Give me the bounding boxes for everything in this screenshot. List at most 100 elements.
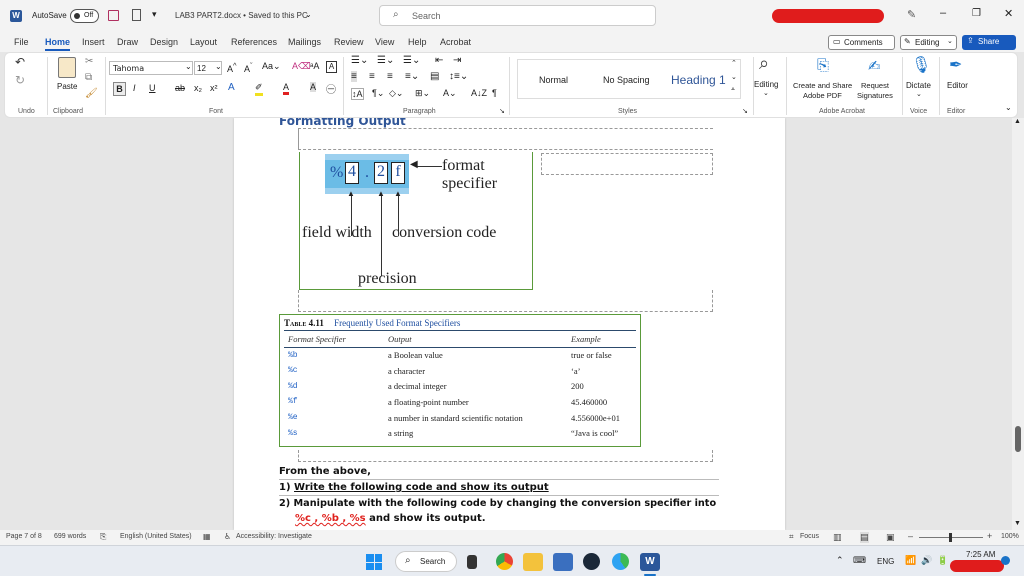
bold-button[interactable]: B	[113, 82, 126, 96]
request-signatures-icon[interactable]: ✍	[868, 57, 881, 75]
tray-chevron-icon[interactable]: ⌃	[836, 555, 844, 566]
taskbar-search[interactable]: ⌕ Search	[395, 551, 457, 572]
cut-icon[interactable]: ✂	[85, 56, 93, 67]
align-center-icon[interactable]: ≡	[369, 71, 375, 82]
style-no-spacing[interactable]: No Spacing	[603, 75, 650, 85]
document-title[interactable]: LAB3 PART2.docx • Saved to this PC	[175, 11, 308, 20]
autosave-toggle[interactable]: Off	[70, 9, 99, 23]
numbering-icon[interactable]: ☰⌄	[377, 55, 394, 66]
zoom-in-icon[interactable]: +	[987, 531, 992, 541]
battery-icon[interactable]: 🔋	[937, 555, 948, 566]
tab-review[interactable]: Review	[334, 37, 364, 47]
italic-icon[interactable]: I	[133, 83, 136, 93]
chrome-icon[interactable]	[496, 553, 513, 570]
tab-mailings[interactable]: Mailings	[288, 37, 321, 47]
tab-insert[interactable]: Insert	[82, 37, 105, 47]
editor-icon[interactable]: ✒	[949, 55, 962, 75]
request-line1[interactable]: Request	[861, 81, 889, 90]
language-status[interactable]: English (United States)	[120, 533, 192, 540]
notification-badge[interactable]	[1001, 556, 1010, 565]
multilevel-list-icon[interactable]: ☰⌄	[403, 55, 420, 66]
wifi-icon[interactable]: 📶	[905, 555, 916, 566]
customize-toolbar-icon[interactable]: ▾	[152, 9, 157, 20]
share-button[interactable]: ⇪ Share	[962, 35, 1016, 50]
word-taskbar-icon[interactable]: W	[640, 553, 660, 571]
grow-font-icon[interactable]: A^	[227, 61, 237, 74]
shading-icon[interactable]: A	[310, 82, 317, 92]
borders-icon[interactable]: ⊞⌄	[415, 88, 430, 99]
accessibility-status[interactable]: Accessibility: Investigate	[236, 533, 312, 540]
line-spacing-icon[interactable]: ↕≡⌄	[449, 71, 468, 82]
steam-icon[interactable]	[583, 553, 600, 570]
tab-acrobat[interactable]: Acrobat	[440, 37, 471, 47]
shading-paragraph-icon[interactable]: ◇⌄	[389, 88, 403, 99]
scroll-thumb[interactable]	[1015, 426, 1021, 452]
style-normal[interactable]: Normal	[539, 75, 568, 85]
decrease-indent-icon[interactable]: ⇤	[435, 55, 443, 66]
bullets-icon[interactable]: ☰⌄	[351, 55, 368, 66]
vertical-scrollbar[interactable]: ▲ ▼	[1012, 118, 1024, 530]
phonetic-guide-icon[interactable]: ᵃA	[310, 61, 319, 71]
task-view-icon[interactable]	[467, 555, 477, 569]
tab-help[interactable]: Help	[408, 37, 427, 47]
styles-scroll-down-icon[interactable]: ⌄	[731, 73, 737, 81]
tab-layout[interactable]: Layout	[190, 37, 217, 47]
asian-layout-icon[interactable]: A⌄	[443, 88, 457, 99]
pen-icon[interactable]: ✎	[907, 8, 916, 21]
styles-more-icon[interactable]: ⩡	[731, 86, 735, 94]
increase-indent-icon[interactable]: ⇥	[453, 55, 461, 66]
tab-file[interactable]: File	[14, 37, 29, 47]
format-painter-icon[interactable]: 🖌	[85, 88, 98, 99]
read-mode-icon[interactable]: ▥	[833, 532, 842, 543]
tab-home[interactable]: Home	[45, 37, 71, 51]
zoom-slider[interactable]	[919, 533, 983, 542]
comments-button[interactable]: ▭ Comments	[828, 35, 895, 50]
font-size-select[interactable]: 12 ⌄	[194, 61, 222, 75]
sort-icon[interactable]: A↓Z	[471, 88, 487, 98]
editing-mode-button[interactable]: ✎ Editing ⌄	[900, 35, 957, 50]
browser-icon[interactable]	[612, 553, 629, 570]
zoom-thumb[interactable]	[949, 533, 952, 542]
clock-time[interactable]: 7:25 AM	[966, 550, 995, 559]
copy-icon[interactable]: ⧉	[85, 72, 92, 83]
editor-label[interactable]: Editor	[947, 81, 968, 90]
zoom-out-icon[interactable]: –	[908, 531, 913, 541]
request-line2[interactable]: Signatures	[857, 91, 893, 100]
redo-icon[interactable]: ↻	[15, 73, 25, 87]
justify-icon[interactable]: ≡⌄	[405, 71, 419, 82]
superscript-icon[interactable]: x²	[210, 83, 218, 93]
character-border-icon[interactable]: A	[326, 61, 337, 73]
save-icon[interactable]	[108, 10, 119, 21]
new-document-icon[interactable]	[132, 9, 141, 21]
create-share-line2[interactable]: Adobe PDF	[803, 91, 842, 100]
close-icon[interactable]: ✕	[1004, 7, 1013, 20]
search-box[interactable]: ⌕ Search	[379, 5, 656, 26]
find-icon[interactable]: ⌕	[759, 53, 769, 74]
proofing-icon[interactable]: ⎘	[100, 532, 106, 542]
paste-button[interactable]: Paste	[55, 57, 81, 97]
rtl-icon[interactable]: ¶⌄	[372, 88, 384, 99]
collapse-ribbon-icon[interactable]: ⌄	[1005, 103, 1012, 112]
text-effects-icon[interactable]: A	[228, 82, 235, 93]
dictate-label[interactable]: Dictate	[906, 81, 931, 90]
web-layout-icon[interactable]: ▣	[886, 532, 895, 543]
highlight-icon[interactable]: ✐	[255, 82, 263, 96]
font-color-icon[interactable]: A	[283, 82, 290, 95]
tab-draw[interactable]: Draw	[117, 37, 138, 47]
tray-language[interactable]: ENG	[877, 557, 894, 566]
create-pdf-icon[interactable]: ⎘	[817, 57, 829, 74]
minimize-icon[interactable]: –	[940, 7, 946, 19]
print-layout-icon[interactable]: ▤	[860, 532, 869, 543]
page-count[interactable]: Page 7 of 8	[6, 533, 42, 540]
change-case-icon[interactable]: Aa⌄	[262, 61, 281, 72]
enclose-character-icon[interactable]: ㊀	[326, 81, 336, 96]
styles-scroll-up-icon[interactable]: ⌃	[731, 59, 737, 67]
show-formatting-icon[interactable]: ¶	[492, 88, 497, 98]
predictions-icon[interactable]: ▦	[203, 532, 211, 541]
word-count[interactable]: 699 words	[54, 533, 86, 540]
keyboard-icon[interactable]: ⌨	[853, 555, 866, 566]
align-left-icon[interactable]: ≡	[351, 71, 357, 82]
focus-mode[interactable]: Focus	[800, 533, 819, 540]
style-heading-1[interactable]: Heading 1	[671, 73, 726, 87]
document-page[interactable]: Formatting Output % 4 . 2 f ◀ format spe…	[234, 118, 785, 530]
